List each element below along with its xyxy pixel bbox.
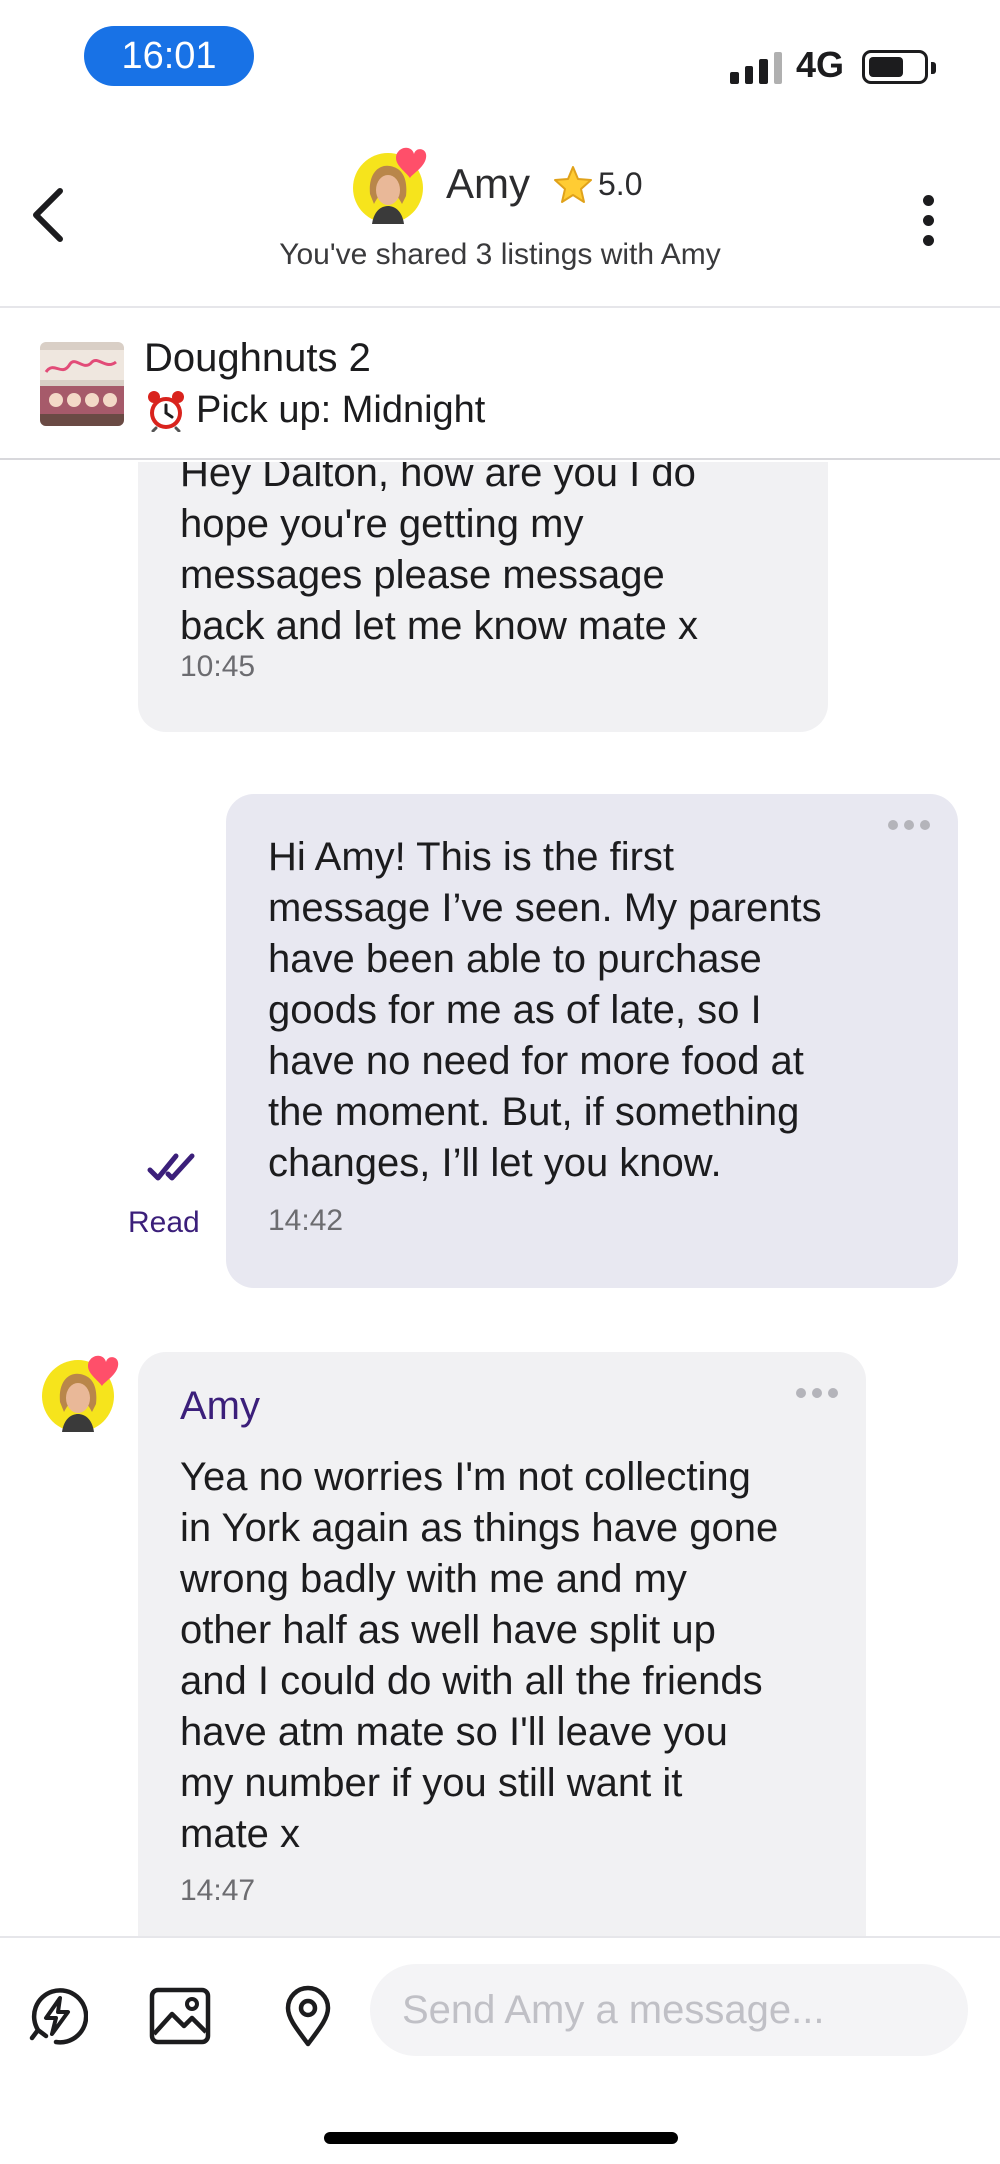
location-pin-icon[interactable] bbox=[276, 1984, 340, 2048]
star-icon bbox=[554, 166, 592, 203]
image-icon[interactable] bbox=[148, 1984, 212, 2048]
chat-header: Amy 5.0 You've shared 3 listings with Am… bbox=[0, 120, 1000, 308]
message-sender: Amy bbox=[180, 1384, 260, 1428]
message-bubble-outgoing[interactable]: Hi Amy! This is the first message I’ve s… bbox=[226, 794, 958, 1288]
message-bubble-incoming[interactable]: Amy Yea no worries I'm not collecting in… bbox=[138, 1352, 866, 1936]
message-bubble-incoming[interactable]: Hey Dalton, how are you I do hope you're… bbox=[138, 462, 828, 732]
lightning-icon[interactable] bbox=[24, 1984, 88, 2048]
message-time: 14:42 bbox=[268, 1204, 344, 1237]
alarm-clock-icon bbox=[148, 391, 184, 432]
listing-pickup: Pick up: Midnight bbox=[144, 388, 485, 432]
cellular-signal-icon bbox=[730, 48, 782, 84]
home-indicator bbox=[324, 2132, 678, 2144]
message-input[interactable] bbox=[370, 1964, 968, 2056]
listing-card[interactable]: Doughnuts 2 Pick up: Midnight bbox=[0, 310, 1000, 460]
message-text: Hi Amy! This is the first message I’ve s… bbox=[268, 835, 822, 1185]
listing-thumbnail bbox=[40, 342, 124, 426]
contact-name: Amy bbox=[446, 160, 530, 207]
pickup-text: Pick up: Midnight bbox=[196, 388, 486, 431]
listing-title: Doughnuts 2 bbox=[144, 336, 371, 380]
contact-avatar[interactable] bbox=[350, 146, 428, 224]
message-time: 14:47 bbox=[180, 1874, 256, 1907]
status-bar: 16:01 4G bbox=[0, 0, 1000, 120]
message-time: 10:45 bbox=[180, 650, 256, 683]
message-list[interactable]: Hey Dalton, how are you I do hope you're… bbox=[0, 462, 1000, 1936]
message-options-icon[interactable] bbox=[888, 820, 930, 830]
message-text: Yea no worries I'm not collecting in Yor… bbox=[180, 1455, 779, 1856]
battery-icon bbox=[862, 50, 936, 84]
shared-listings-text: You've shared 3 listings with Amy bbox=[279, 238, 721, 271]
chevron-left-icon bbox=[33, 188, 63, 242]
more-vertical-icon bbox=[922, 194, 934, 206]
message-composer bbox=[0, 1936, 1000, 2164]
status-time: 16:01 bbox=[84, 26, 254, 86]
more-options-button[interactable] bbox=[904, 190, 952, 250]
read-status: Read bbox=[128, 1206, 200, 1239]
sender-avatar[interactable] bbox=[40, 1352, 120, 1432]
more-dot bbox=[922, 214, 934, 226]
message-text: Hey Dalton, how are you I do hope you're… bbox=[180, 462, 699, 648]
network-type: 4G bbox=[796, 44, 845, 85]
message-options-icon[interactable] bbox=[796, 1388, 838, 1398]
double-check-icon bbox=[147, 1153, 195, 1181]
more-dot bbox=[922, 234, 934, 246]
contact-rating: 5.0 bbox=[598, 166, 643, 202]
